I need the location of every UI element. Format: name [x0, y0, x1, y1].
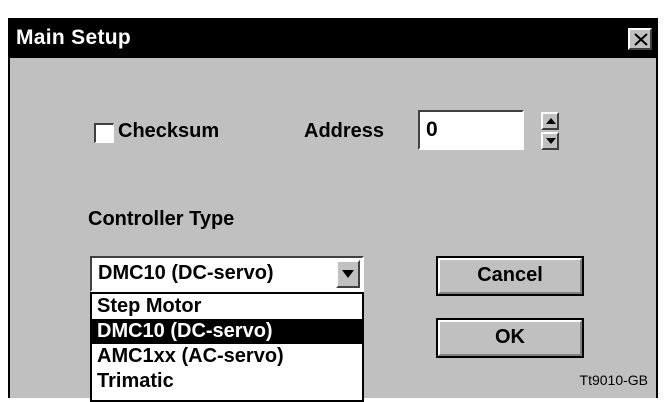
cancel-button[interactable]: Cancel: [436, 256, 584, 296]
checksum-label: Checksum: [118, 120, 220, 142]
address-decrement-button[interactable]: [541, 132, 559, 150]
arrow-down-icon: [546, 138, 556, 144]
list-item-step-motor[interactable]: Step Motor: [92, 294, 362, 319]
controller-type-label: Controller Type: [88, 208, 235, 230]
close-button[interactable]: [628, 28, 652, 50]
window-title: Main Setup: [16, 26, 132, 49]
ok-button[interactable]: OK: [436, 318, 584, 358]
controller-type-list[interactable]: Step Motor DMC10 (DC-servo) AMC1xx (AC-s…: [90, 292, 364, 402]
controller-type-selected-value: DMC10 (DC-servo): [98, 262, 274, 284]
address-increment-button[interactable]: [541, 112, 559, 130]
address-label: Address: [304, 120, 385, 142]
chevron-down-icon: [342, 270, 354, 278]
address-input[interactable]: 0: [418, 110, 524, 150]
arrow-up-icon: [546, 118, 556, 124]
close-icon: [634, 33, 648, 46]
list-item-dmc10[interactable]: DMC10 (DC-servo): [92, 319, 362, 344]
dropdown-button[interactable]: [336, 260, 360, 288]
checksum-checkbox[interactable]: [94, 123, 114, 143]
list-item-trimatic[interactable]: Trimatic: [92, 369, 362, 394]
main-setup-dialog: Main Setup Checksum Address 0 Controller…: [8, 18, 658, 402]
controller-type-dropdown[interactable]: DMC10 (DC-servo): [90, 256, 364, 292]
list-item-amc1xx[interactable]: AMC1xx (AC-servo): [92, 344, 362, 369]
figure-reference: Tt9010-GB: [579, 372, 648, 388]
title-bar[interactable]: Main Setup: [10, 20, 656, 58]
